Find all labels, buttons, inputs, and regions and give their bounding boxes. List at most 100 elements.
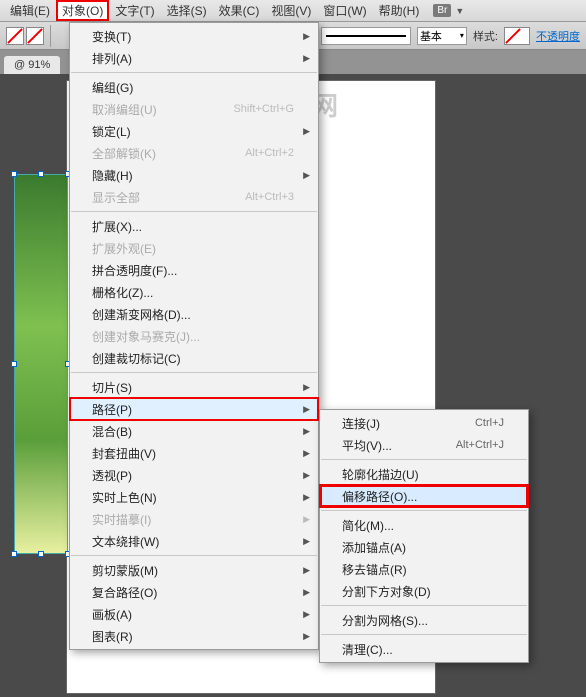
menu-select[interactable]: 选择(S) [161, 0, 213, 21]
menu-item[interactable]: 轮廓化描边(U) [320, 463, 528, 485]
menu-view[interactable]: 视图(V) [265, 0, 317, 21]
menu-item[interactable]: 排列(A) [70, 47, 318, 69]
menu-item[interactable]: 切片(S) [70, 376, 318, 398]
opacity-link[interactable]: 不透明度 [536, 28, 580, 44]
menu-item[interactable]: 实时上色(N) [70, 486, 318, 508]
stroke-style-display[interactable] [321, 27, 411, 45]
menu-item[interactable]: 添加锚点(A) [320, 536, 528, 558]
stroke-profile-dropdown[interactable]: 基本▾ [417, 27, 467, 45]
menu-item-shortcut: Alt+Ctrl+3 [245, 191, 294, 203]
menu-item[interactable]: 清理(C)... [320, 638, 528, 660]
menu-item-label: 拼合透明度(F)... [92, 262, 294, 279]
menu-separator [71, 372, 317, 373]
menu-separator [321, 605, 527, 606]
menu-item[interactable]: 透视(P) [70, 464, 318, 486]
menu-item: 实时描摹(I) [70, 508, 318, 530]
menu-item[interactable]: 分割下方对象(D) [320, 580, 528, 602]
menu-item-label: 分割为网格(S)... [342, 612, 504, 629]
selection-handle[interactable] [11, 361, 17, 367]
menu-item[interactable]: 画板(A) [70, 603, 318, 625]
menu-item-label: 添加锚点(A) [342, 539, 504, 556]
menu-separator [321, 510, 527, 511]
menu-item[interactable]: 图表(R) [70, 625, 318, 647]
menu-item[interactable]: 连接(J)Ctrl+J [320, 412, 528, 434]
menu-item-label: 创建裁切标记(C) [92, 350, 294, 367]
menu-item-shortcut: Ctrl+J [475, 417, 504, 429]
menu-separator [71, 72, 317, 73]
menu-item: 创建对象马赛克(J)... [70, 325, 318, 347]
menu-item[interactable]: 分割为网格(S)... [320, 609, 528, 631]
menu-item-shortcut: Alt+Ctrl+J [456, 439, 504, 451]
selection-handle[interactable] [11, 551, 17, 557]
menu-item[interactable]: 移去锚点(R) [320, 558, 528, 580]
fill-swatch[interactable] [6, 27, 24, 45]
menu-item-label: 创建对象马赛克(J)... [92, 328, 294, 345]
menu-item[interactable]: 栅格化(Z)... [70, 281, 318, 303]
graphic-style-swatch[interactable] [504, 27, 530, 45]
menu-item[interactable]: 混合(B) [70, 420, 318, 442]
menu-item-label: 变换(T) [92, 28, 294, 45]
style-label: 样式: [473, 28, 498, 44]
selection-handle[interactable] [38, 551, 44, 557]
menu-item[interactable]: 变换(T) [70, 25, 318, 47]
menu-item-label: 全部解锁(K) [92, 145, 245, 162]
menu-item[interactable]: 复合路径(O) [70, 581, 318, 603]
bridge-dropdown-icon[interactable]: ▼ [455, 6, 464, 16]
menu-item[interactable]: 路径(P) [70, 398, 318, 420]
menu-item-label: 剪切蒙版(M) [92, 562, 294, 579]
separator [50, 25, 51, 47]
menu-item-label: 隐藏(H) [92, 167, 294, 184]
menu-item-label: 锁定(L) [92, 123, 294, 140]
menu-item-label: 混合(B) [92, 423, 294, 440]
menu-item-shortcut: Alt+Ctrl+2 [245, 147, 294, 159]
menu-item-label: 偏移路径(O)... [342, 488, 504, 505]
menu-item[interactable]: 平均(V)...Alt+Ctrl+J [320, 434, 528, 456]
document-tab[interactable]: @ 91% [4, 56, 60, 74]
menu-item-label: 实时上色(N) [92, 489, 294, 506]
menu-item-label: 轮廓化描边(U) [342, 466, 504, 483]
menu-item[interactable]: 封套扭曲(V) [70, 442, 318, 464]
menu-object[interactable]: 对象(O) [56, 0, 109, 21]
menu-item-label: 清理(C)... [342, 641, 504, 658]
menu-item[interactable]: 文本绕排(W) [70, 530, 318, 552]
menu-item[interactable]: 扩展(X)... [70, 215, 318, 237]
menu-item-label: 文本绕排(W) [92, 533, 294, 550]
menu-edit[interactable]: 编辑(E) [4, 0, 56, 21]
menu-item-label: 编组(G) [92, 79, 294, 96]
menu-separator [71, 555, 317, 556]
selected-artwork[interactable] [14, 174, 68, 554]
menu-item[interactable]: 拼合透明度(F)... [70, 259, 318, 281]
menu-item-label: 实时描摹(I) [92, 511, 294, 528]
menu-item-label: 创建渐变网格(D)... [92, 306, 294, 323]
menu-item-label: 画板(A) [92, 606, 294, 623]
menu-item-label: 平均(V)... [342, 437, 456, 454]
menu-item[interactable]: 编组(G) [70, 76, 318, 98]
menu-item[interactable]: 剪切蒙版(M) [70, 559, 318, 581]
menu-item-label: 透视(P) [92, 467, 294, 484]
menu-item-label: 路径(P) [92, 401, 294, 418]
menu-item-label: 显示全部 [92, 189, 245, 206]
menu-effect[interactable]: 效果(C) [213, 0, 266, 21]
object-menu: 变换(T)排列(A)编组(G)取消编组(U)Shift+Ctrl+G锁定(L)全… [69, 22, 319, 650]
selection-handle[interactable] [38, 171, 44, 177]
fill-stroke-swatches[interactable] [6, 27, 44, 45]
bridge-icon[interactable]: Br [433, 4, 451, 17]
menu-item[interactable]: 偏移路径(O)... [320, 485, 528, 507]
menu-item[interactable]: 简化(M)... [320, 514, 528, 536]
menu-separator [71, 211, 317, 212]
menu-help[interactable]: 帮助(H) [373, 0, 426, 21]
menu-item-label: 图表(R) [92, 628, 294, 645]
stroke-swatch[interactable] [26, 27, 44, 45]
selection-handle[interactable] [11, 171, 17, 177]
menu-type[interactable]: 文字(T) [109, 0, 160, 21]
menu-item[interactable]: 创建渐变网格(D)... [70, 303, 318, 325]
menu-item[interactable]: 隐藏(H) [70, 164, 318, 186]
menu-item[interactable]: 锁定(L) [70, 120, 318, 142]
menu-window[interactable]: 窗口(W) [317, 0, 372, 21]
menu-item-label: 简化(M)... [342, 517, 504, 534]
menu-item[interactable]: 创建裁切标记(C) [70, 347, 318, 369]
menu-item-label: 扩展外观(E) [92, 240, 294, 257]
menu-separator [321, 634, 527, 635]
menu-item-label: 连接(J) [342, 415, 475, 432]
path-submenu: 连接(J)Ctrl+J平均(V)...Alt+Ctrl+J轮廓化描边(U)偏移路… [319, 409, 529, 663]
